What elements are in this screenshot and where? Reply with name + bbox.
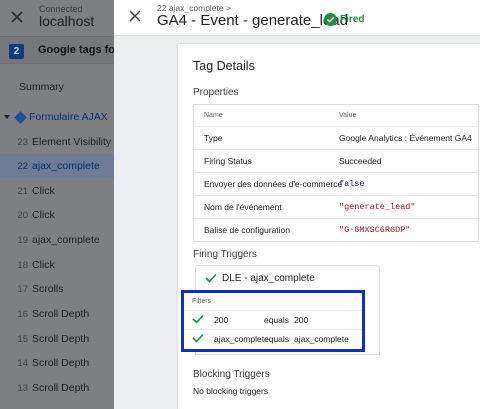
filter-row: 200 equals 200	[184, 310, 362, 329]
event-number: 20	[17, 209, 28, 221]
column-value: Value	[339, 112, 357, 119]
event-item-selected[interactable]: 22 ajax_complete	[0, 154, 114, 178]
event-number: 22	[17, 160, 28, 172]
filters-label: Filters	[192, 298, 212, 305]
trigger-name: DLE - ajax_complete	[222, 272, 315, 284]
tag-details-card: Tag Details Properties Name Value Type G…	[178, 44, 480, 409]
event-label: ajax_complete	[32, 160, 100, 172]
event-item[interactable]: 14 Scroll Depth	[0, 351, 114, 375]
blocking-triggers-title: Blocking Triggers	[193, 369, 270, 380]
event-label: Scroll Depth	[32, 382, 90, 394]
table-row: Type Google Analytics : Événement GA4	[194, 126, 478, 149]
property-value: Succeeded	[339, 156, 382, 166]
event-label: Scroll Depth	[32, 308, 90, 320]
event-number: 19	[17, 234, 28, 246]
event-number: 17	[17, 283, 28, 295]
filter-right-value: 200	[294, 315, 309, 325]
event-item[interactable]: 13 Scroll Depth	[0, 376, 114, 400]
event-label: ajax_complete	[32, 234, 100, 246]
property-name: Firing Status	[204, 156, 252, 166]
filter-left-value: 200	[214, 315, 229, 325]
card-title: Tag Details	[193, 59, 255, 73]
panel-header: 22 ajax_complete > GA4 - Event - generat…	[114, 0, 480, 36]
tags-count-badge: 2	[9, 44, 24, 59]
property-name: Balise de configuration	[204, 225, 291, 235]
filter-left-value: ajax_complete	[214, 334, 269, 344]
event-number: 16	[17, 308, 28, 320]
property-value: "G-8MXSC6R6DP"	[339, 225, 411, 235]
check-icon	[205, 273, 217, 283]
left-panel: Connected localhost 2 Google tags found …	[0, 0, 114, 409]
event-number: 13	[17, 382, 28, 394]
event-label: Click	[32, 209, 55, 221]
event-label: Scrolls	[32, 283, 64, 295]
table-row: Envoyer des données d'e-commerce false	[194, 172, 478, 195]
event-label: Scroll Depth	[32, 357, 90, 369]
diamond-icon	[14, 110, 27, 124]
event-item[interactable]: 16 Scroll Depth	[0, 302, 114, 326]
status-text: Fired	[340, 14, 365, 25]
page-title: GA4 - Event - generate_lead	[157, 12, 348, 29]
column-name: Name	[204, 112, 223, 119]
table-row: Firing Status Succeeded	[194, 149, 478, 172]
event-item[interactable]: 15 Scroll Depth	[0, 327, 114, 351]
close-icon[interactable]	[128, 9, 142, 23]
check-icon	[192, 333, 208, 345]
tag-detail-panel: 22 ajax_complete > GA4 - Event - generat…	[114, 0, 480, 409]
properties-title: Properties	[193, 87, 239, 98]
event-label: Element Visibility	[32, 136, 112, 148]
property-value: "generate_lead"	[339, 202, 416, 212]
filter-row: ajax_complete equals ajax_complete	[184, 329, 362, 348]
table-header: Name Value	[194, 105, 478, 126]
google-tags-bar[interactable]: 2 Google tags found	[0, 36, 114, 64]
filters-highlight-box: Filters 200 equals 200 ajax_complete equ…	[181, 290, 365, 352]
event-item[interactable]: 19 ajax_complete	[0, 228, 114, 252]
table-row: Balise de configuration "G-8MXSC6R6DP"	[194, 218, 478, 241]
event-number: 18	[17, 259, 28, 271]
table-row: Nom de l'événement "generate_lead"	[194, 195, 478, 218]
google-tags-label: Google tags found	[38, 44, 114, 56]
host-name: localhost	[39, 13, 95, 29]
left-header: Connected localhost	[0, 0, 114, 34]
event-number: 14	[17, 357, 28, 369]
event-label: Click	[32, 259, 55, 271]
event-item[interactable]: 18 Click	[0, 253, 114, 277]
folder-label: Formulaire AJAX	[29, 111, 108, 123]
check-circle-icon	[324, 13, 337, 26]
filter-right-value: ajax_complete	[294, 334, 349, 344]
no-blocking-triggers: No blocking triggers	[193, 386, 269, 396]
status-badge: Fired	[324, 13, 364, 26]
event-number: 23	[17, 136, 28, 148]
property-name: Type	[204, 133, 223, 143]
firing-triggers-title: Firing Triggers	[193, 249, 257, 260]
property-name: Nom de l'événement	[204, 202, 282, 212]
event-number: 21	[17, 185, 28, 197]
check-icon	[192, 314, 208, 326]
properties-table: Name Value Type Google Analytics : Événe…	[193, 104, 479, 242]
folder-formulaire-ajax[interactable]: Formulaire AJAX	[4, 109, 108, 125]
event-item[interactable]: 21 Click	[0, 179, 114, 203]
event-item[interactable]: 23 Element Visibility	[0, 130, 114, 154]
caret-down-icon	[4, 115, 10, 119]
event-label: Scroll Depth	[32, 333, 90, 345]
event-number: 15	[17, 333, 28, 345]
property-value: Google Analytics : Événement GA4	[339, 133, 472, 143]
event-item[interactable]: 17 Scrolls	[0, 277, 114, 301]
event-label: Click	[32, 185, 55, 197]
summary-link[interactable]: Summary	[19, 81, 64, 93]
close-icon[interactable]	[9, 9, 25, 25]
filter-operator: equals	[264, 315, 290, 325]
property-name: Envoyer des données d'e-commerce	[204, 179, 343, 189]
filter-operator: equals	[264, 334, 290, 344]
event-item[interactable]: 20 Click	[0, 203, 114, 227]
trigger-header[interactable]: DLE - ajax_complete	[196, 266, 381, 290]
property-value: false	[339, 179, 365, 189]
